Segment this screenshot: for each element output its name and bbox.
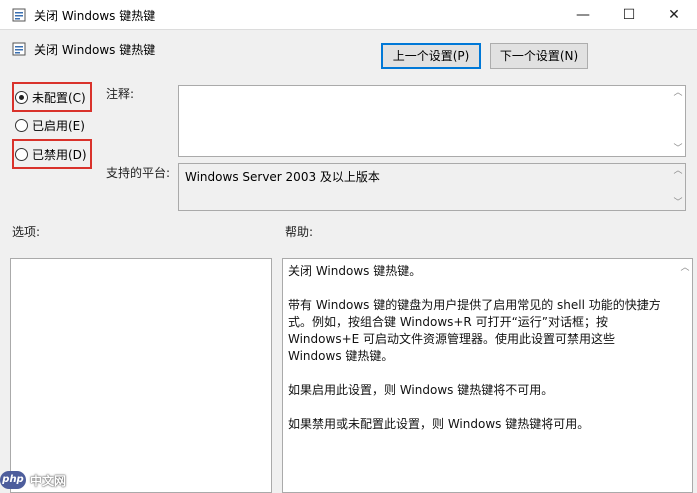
radio-disabled[interactable]: 已禁用(D) bbox=[15, 146, 87, 163]
maximize-button[interactable]: ☐ bbox=[606, 0, 652, 30]
comment-label: 注释: bbox=[106, 87, 135, 101]
help-panel: 关闭 Windows 键热键。 带有 Windows 键的键盘为用户提供了启用常… bbox=[282, 258, 693, 493]
next-setting-button[interactable]: 下一个设置(N) bbox=[490, 43, 588, 69]
platform-field: Windows Server 2003 及以上版本 ︿ ﹀ bbox=[178, 163, 686, 211]
options-panel bbox=[10, 258, 272, 493]
radio-label: 已禁用(D) bbox=[32, 148, 87, 162]
radio-enabled[interactable]: 已启用(E) bbox=[15, 117, 85, 134]
php-logo: php bbox=[0, 471, 26, 489]
window-title: 关闭 Windows 键热键 bbox=[34, 9, 156, 23]
radio-selected-icon[interactable] bbox=[15, 91, 28, 104]
previous-setting-button[interactable]: 上一个设置(P) bbox=[381, 43, 481, 69]
radio-unselected-icon[interactable] bbox=[15, 119, 28, 132]
help-paragraph: 如果禁用或未配置此设置，则 Windows 键热键将可用。 bbox=[288, 417, 590, 431]
title-bar: 关闭 Windows 键热键 — ☐ ✕ bbox=[0, 0, 697, 30]
options-label: 选项: bbox=[12, 225, 41, 239]
platform-value: Windows Server 2003 及以上版本 bbox=[185, 170, 380, 184]
watermark-text: 中文网 bbox=[30, 473, 67, 488]
radio-label: 已启用(E) bbox=[32, 119, 85, 133]
scroll-up-icon[interactable]: ︿ bbox=[673, 166, 683, 176]
minimize-button[interactable]: — bbox=[560, 0, 606, 30]
help-scrollbar[interactable]: ︿ bbox=[678, 259, 692, 492]
setting-icon bbox=[12, 42, 26, 56]
radio-not-configured[interactable]: 未配置(C) bbox=[15, 89, 86, 106]
comment-field[interactable]: ︿ ﹀ bbox=[178, 85, 686, 157]
scroll-down-icon[interactable]: ﹀ bbox=[673, 144, 683, 154]
platform-label: 支持的平台: bbox=[106, 166, 171, 180]
radio-unselected-icon[interactable] bbox=[15, 148, 28, 161]
help-label: 帮助: bbox=[285, 225, 314, 239]
platform-scrollbar[interactable]: ︿ ﹀ bbox=[671, 164, 685, 210]
setting-title: 关闭 Windows 键热键 bbox=[34, 43, 156, 57]
comment-scrollbar[interactable]: ︿ ﹀ bbox=[671, 86, 685, 156]
scroll-up-icon[interactable]: ︿ bbox=[673, 88, 683, 98]
close-button[interactable]: ✕ bbox=[651, 0, 697, 30]
radio-label: 未配置(C) bbox=[32, 91, 86, 105]
scroll-up-icon[interactable]: ︿ bbox=[680, 263, 690, 273]
scroll-down-icon[interactable]: ﹀ bbox=[673, 198, 683, 208]
help-paragraph: 带有 Windows 键的键盘为用户提供了启用常见的 shell 功能的快捷方式… bbox=[288, 298, 661, 363]
watermark: php 中文网 bbox=[0, 470, 66, 490]
help-paragraph: 关闭 Windows 键热键。 bbox=[288, 264, 422, 278]
help-paragraph: 如果启用此设置，则 Windows 键热键将不可用。 bbox=[288, 383, 554, 397]
policy-icon bbox=[12, 8, 26, 22]
